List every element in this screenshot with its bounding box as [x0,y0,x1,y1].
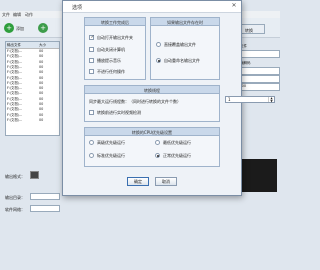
column-header-size[interactable]: 大小 [39,43,46,48]
add-button-label[interactable]: 添加 [16,26,24,32]
group-title: 转换线程 [144,87,160,93]
group-header: 转换的CPU优先级设置 [85,128,219,136]
software-field[interactable] [30,205,60,212]
dialog-titlebar[interactable]: 选项 ✕ [63,1,241,13]
option-label: 不进行任何操作 [97,69,125,74]
group-header: 转换线程 [85,86,219,94]
dialog-title: 选项 [72,5,83,11]
file-list[interactable]: 输出文件 大小 F:\文档\... 00 F:\文档\... 00 F:\文档\... 0… [5,41,60,136]
option-label: 高级优先级运行 [97,140,125,145]
group-header: 如果输出文件存在时 [151,18,219,26]
group-cpu-priority: 转换的CPU优先级设置 高级优先级运行 最低优先级运行 标准优先级运行 正常优先… [84,127,220,167]
max-threads-label: 同步最大运行线程数：（同时进行转换的文件个数） [89,99,181,104]
table-row[interactable]: F:\文档\... 00 [6,118,59,123]
radio-auto-rename[interactable] [156,58,161,63]
stepper-arrows[interactable]: ▲ ▼ [268,97,274,102]
group-header: 转换工作完成后 [85,18,145,26]
ok-button[interactable]: 确定 [127,177,149,186]
checkbox-no-action[interactable] [89,69,94,74]
option-label: 自动重命名输出文件 [164,58,200,63]
checkbox-open-folder[interactable]: ✓ [89,35,94,40]
file-list-header: 输出文件 大小 [6,42,59,49]
option-label: 最低优先级运行 [163,140,191,145]
radio-overwrite[interactable] [156,42,161,47]
radio-priority-high[interactable] [89,140,94,145]
option-label: 播放提示音乐 [97,58,121,63]
group-title: 转换的CPU优先级设置 [131,129,173,135]
checkbox-play-sound[interactable] [89,58,94,63]
group-output-exists: 如果输出文件存在时 直接覆盖输出文件 自动重命名输出文件 [150,17,220,80]
max-threads-value: 1 [228,97,231,102]
group-title: 转换工作完成后 [101,19,129,25]
cancel-button[interactable]: 取消 [155,177,177,186]
options-dialog: 选项 ✕ 转换工作完成后 ✓ 自动打开输出文件夹 自动关闭计算机 播放提示音乐 … [62,0,275,196]
radio-priority-lowest[interactable] [155,140,160,145]
column-header-file[interactable]: 输出文件 [7,43,21,48]
convert-label: 转换 [245,27,253,33]
group-threads: 转换线程 同步最大运行线程数：（同时进行转换的文件个数） 转换前进行实时视频检测 [84,85,220,122]
option-label: 自动关闭计算机 [97,47,125,52]
option-label: 正常优先级运行 [163,153,191,158]
software-label: 软件网络： [5,207,25,212]
output-format-label: 输出格式： [5,174,25,179]
option-label: 标准优先级运行 [97,153,125,158]
max-threads-stepper[interactable]: 1 ▲ ▼ [225,96,275,103]
option-label: 直接覆盖输出文件 [164,42,196,47]
option-label: 自动打开输出文件夹 [97,35,133,40]
radio-priority-standard[interactable] [89,153,94,158]
group-title: 如果输出文件存在时 [167,19,203,25]
output-dir-field[interactable] [30,193,60,200]
checkbox-shutdown[interactable] [89,47,94,52]
radio-priority-normal[interactable] [155,153,160,158]
output-dir-label: 输出目录： [5,195,25,200]
close-icon[interactable]: ✕ [229,2,239,10]
file-path-cell: F:\文档\... [7,117,23,122]
add-icon[interactable]: + [4,23,14,33]
format-icon[interactable] [30,171,39,179]
group-after-convert: 转换工作完成后 ✓ 自动打开输出文件夹 自动关闭计算机 播放提示音乐 不进行任何… [84,17,146,80]
file-size-cell: 00 [39,117,44,122]
stepper-down-icon[interactable]: ▼ [269,99,274,103]
option-label: 转换前进行实时视频检测 [97,110,141,115]
add-folder-icon[interactable]: + [38,23,48,33]
checkbox-auto-adjust[interactable] [89,110,94,115]
